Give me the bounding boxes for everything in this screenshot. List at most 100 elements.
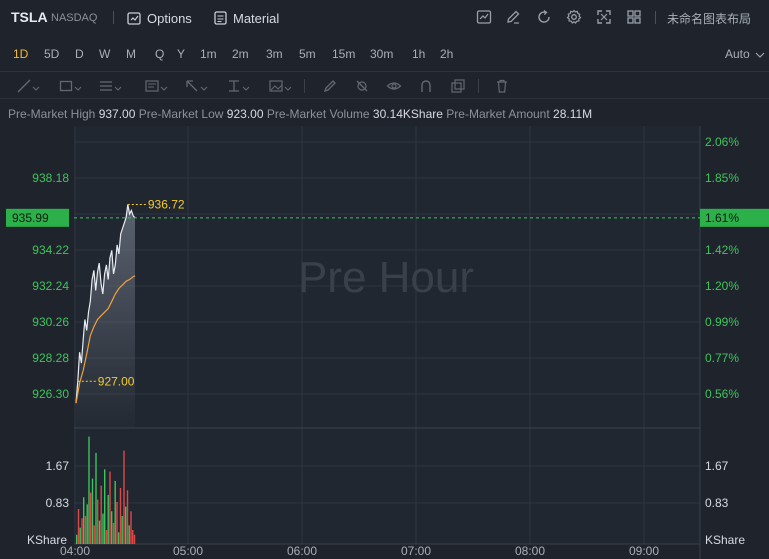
high-label: Pre-Market High [8,107,96,121]
volume-bar [130,511,132,544]
arrow-tool-icon[interactable] [184,78,200,94]
text-lines-tool-icon[interactable] [98,78,114,94]
volume-bar [102,513,104,544]
options-button[interactable]: Options [127,8,192,28]
period-5d[interactable]: 5D [44,47,59,61]
volume-bar [79,527,81,544]
volume-bar [132,530,134,544]
period-w[interactable]: W [99,47,110,61]
measure-tool-icon[interactable] [226,78,242,94]
volume-tick-label: 0.83 [705,496,729,510]
period-15m[interactable]: 15m [332,47,355,61]
volume-bar [98,520,101,544]
price-tick-label: 934.22 [32,243,69,257]
percent-tick-label: 0.56% [705,387,739,401]
period-q[interactable]: Q [155,47,164,61]
period-m[interactable]: M [126,47,136,61]
divider [655,11,656,24]
price-chart[interactable]: Pre Hour 938.18 934.22 932.24 930.26 928.28 92… [0,126,769,559]
volume-bar [105,530,108,544]
amount-label: Pre-Market Amount [446,107,550,121]
annotation-tool-icon[interactable] [144,78,160,94]
low-value: 923.00 [226,107,264,121]
current-price-label: 935.99 [12,211,49,225]
chevron-down-icon[interactable] [200,78,208,94]
grid-icon[interactable] [626,9,642,25]
image-tool-icon[interactable] [268,78,284,94]
period-d[interactable]: D [75,47,84,61]
layout-name[interactable]: 未命名图表布局 [667,10,751,27]
chevron-down-icon[interactable] [755,50,765,60]
volume-bar [125,506,127,544]
volume-bar [97,499,99,544]
watermark: Pre Hour [298,253,474,302]
volume-bar [126,490,129,544]
volume-unit-label: KShare [705,533,745,547]
volume-bar [123,450,125,544]
divider [304,79,305,93]
hide-tools-icon[interactable] [354,78,370,94]
time-tick-label: 07:00 [401,544,431,558]
divider [113,11,114,24]
period-1m[interactable]: 1m [200,47,217,61]
volume-bar [76,534,78,544]
rectangle-tool-icon[interactable] [58,78,74,94]
volume-bar [112,523,115,544]
price-tick-label: 926.30 [32,387,69,401]
volume-bar [100,485,102,544]
time-tick-label: 05:00 [173,544,203,558]
volume-value: 30.14KShare [372,107,443,121]
chevron-down-icon[interactable] [242,78,250,94]
period-2m[interactable]: 2m [232,47,249,61]
volume-bar [77,509,80,544]
refresh-icon[interactable] [536,9,552,25]
price-tick-label: 938.18 [32,171,69,185]
options-icon [127,11,141,25]
current-percent-label: 1.61% [705,211,739,225]
chevron-down-icon[interactable] [160,78,168,94]
time-tick-label: 04:00 [60,544,90,558]
period-5m[interactable]: 5m [299,47,316,61]
time-tick-label: 06:00 [287,544,317,558]
high-marker-label: 936.72 [148,198,185,212]
visibility-icon[interactable] [386,78,402,94]
settings-icon[interactable] [566,9,582,25]
symbol-label[interactable]: TSLA [11,9,48,25]
volume-bar [90,492,92,544]
options-label: Options [147,10,192,26]
period-y[interactable]: Y [177,47,185,61]
chevron-down-icon[interactable] [114,78,122,94]
period-1d[interactable]: 1D [13,47,28,61]
brush-icon[interactable] [322,78,338,94]
period-2h[interactable]: 2h [440,47,453,61]
volume-bar [133,534,136,544]
percent-tick-label: 0.99% [705,315,739,329]
pen-icon[interactable] [505,9,521,25]
period-3m[interactable]: 3m [266,47,283,61]
chevron-down-icon[interactable] [32,78,40,94]
material-button[interactable]: Material [214,8,279,28]
divider [478,79,479,93]
auto-scale-dropdown[interactable]: Auto [725,47,750,61]
chart-icon[interactable] [476,9,492,25]
percent-tick-label: 0.77% [705,351,739,365]
plot-area[interactable] [74,126,700,544]
volume-bar [128,525,130,544]
volume-tick-label: 0.83 [46,496,70,510]
copy-icon[interactable] [450,78,466,94]
high-value: 937.00 [98,107,136,121]
line-tool-icon[interactable] [16,78,32,94]
chevron-down-icon[interactable] [284,78,292,94]
amount-value: 28.11M [553,107,593,121]
magnet-icon[interactable] [418,78,434,94]
trash-icon[interactable] [494,78,510,94]
period-30m[interactable]: 30m [370,47,393,61]
volume-bar [83,497,85,544]
chevron-down-icon[interactable] [74,78,82,94]
pre-market-info: Pre-Market High 937.00 Pre-Market Low 92… [8,107,592,121]
fullscreen-icon[interactable] [596,9,612,25]
volume-bar [88,436,90,544]
period-1h[interactable]: 1h [412,47,425,61]
percent-tick-label: 1.42% [705,243,739,257]
price-tick-label: 932.24 [32,279,69,293]
